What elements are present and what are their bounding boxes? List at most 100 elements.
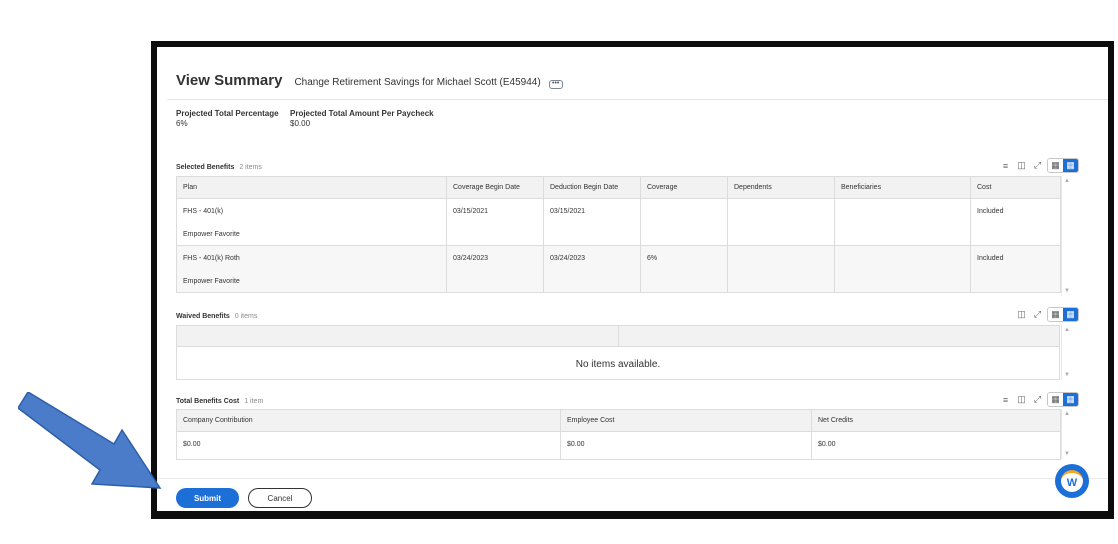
projected-total-percentage-value: 6%: [176, 119, 188, 128]
related-actions-button[interactable]: •••: [548, 79, 563, 89]
column-header-coverage-begin[interactable]: Coverage Begin Date: [446, 176, 544, 199]
screenshot-frame: View Summary Change Retirement Savings f…: [151, 41, 1114, 519]
coverage-cell: [640, 198, 728, 222]
submit-button[interactable]: Submit: [176, 488, 239, 508]
column-chooser-icon[interactable]: ◫: [1015, 394, 1028, 406]
selected-benefits-label: Selected Benefits: [176, 164, 235, 171]
view-toggle: ▦ ▦: [1047, 392, 1079, 407]
pointer-arrow-shape: [18, 392, 162, 489]
net-credits-cell: $0.00: [811, 431, 1061, 460]
scroll-down-icon[interactable]: ▼: [1064, 451, 1070, 457]
coverage-begin-cell: 03/15/2021: [446, 198, 544, 222]
plan-name[interactable]: FHS - 401(k): [183, 199, 440, 222]
total-benefits-cost-label: Total Benefits Cost: [176, 398, 240, 405]
column-chooser-icon[interactable]: ◫: [1015, 309, 1028, 321]
expand-icon[interactable]: ⤢: [1031, 394, 1044, 406]
waived-benefits-scrollbar[interactable]: ▲ ▼: [1061, 325, 1071, 380]
page: View Summary Change Retirement Savings f…: [0, 0, 1118, 544]
table-row: FHS - 401(k) Roth 03/24/2023 03/24/2023 …: [176, 245, 1061, 269]
workday-help-button[interactable]: W: [1055, 464, 1089, 498]
grid-view-icon[interactable]: ▦: [1063, 159, 1078, 172]
beneficiaries-value: [841, 199, 964, 222]
projected-total-amount: Projected Total Amount Per Paycheck $0.0…: [290, 109, 434, 128]
table-view-icon[interactable]: ▦: [1048, 159, 1063, 172]
column-header-company-contribution[interactable]: Company Contribution: [176, 409, 561, 432]
scroll-down-icon[interactable]: ▼: [1064, 288, 1070, 294]
coverage-value: [647, 199, 721, 222]
column-header-beneficiaries[interactable]: Beneficiaries: [834, 176, 971, 199]
dependents-cell: [727, 198, 835, 222]
scroll-up-icon[interactable]: ▲: [1064, 411, 1070, 417]
projected-total-amount-label: Projected Total Amount Per Paycheck: [290, 109, 434, 118]
dependents-value: [734, 246, 828, 269]
beneficiaries-cell: [834, 198, 971, 222]
selected-benefits-title: Selected Benefits 2 items: [176, 164, 262, 171]
expand-icon[interactable]: ⤢: [1031, 309, 1044, 321]
coverage-begin-value: 03/24/2023: [453, 255, 489, 262]
deduction-begin-value: 03/15/2021: [550, 208, 586, 215]
filter-icon[interactable]: ≡: [999, 394, 1012, 406]
beneficiaries-cell: [834, 245, 971, 269]
deduction-begin-value: 03/24/2023: [550, 255, 586, 262]
grid-view-icon[interactable]: ▦: [1063, 308, 1078, 321]
table-view-icon[interactable]: ▦: [1048, 393, 1063, 406]
provider-name[interactable]: Empower Favorite: [183, 222, 440, 245]
scroll-down-icon[interactable]: ▼: [1064, 372, 1070, 378]
column-chooser-icon[interactable]: ◫: [1015, 160, 1028, 172]
page-title: View Summary: [176, 72, 283, 89]
waived-benefits-label: Waived Benefits: [176, 313, 230, 320]
scroll-up-icon[interactable]: ▲: [1064, 178, 1070, 184]
grid-view-icon[interactable]: ▦: [1063, 393, 1078, 406]
dependents-cell: [727, 245, 835, 269]
workday-help-icon: W: [1061, 470, 1083, 492]
waived-benefits-title: Waived Benefits 0 items: [176, 313, 257, 320]
view-toggle: ▦ ▦: [1047, 158, 1079, 173]
cancel-button[interactable]: Cancel: [248, 488, 312, 508]
deduction-begin-cell: 03/15/2021: [543, 198, 641, 222]
total-benefits-cost-count: 1 item: [244, 398, 264, 405]
plan-name[interactable]: FHS - 401(k) Roth: [183, 246, 440, 269]
waived-benefits-header-row: [176, 325, 1060, 347]
selected-benefits-scrollbar[interactable]: ▲ ▼: [1061, 176, 1071, 296]
total-benefits-cost-title: Total Benefits Cost 1 item: [176, 398, 263, 405]
cost-value: Included: [977, 255, 1004, 262]
column-divider: [618, 326, 619, 346]
employee-cost-cell: $0.00: [560, 431, 812, 460]
cost-cell: Included: [970, 245, 1061, 269]
pointer-arrow: [18, 392, 162, 489]
column-header-employee-cost[interactable]: Employee Cost: [560, 409, 812, 432]
page-subtitle: Change Retirement Savings for Michael Sc…: [294, 77, 541, 88]
expand-icon[interactable]: ⤢: [1031, 160, 1044, 172]
selected-benefits-toolbar: ≡ ◫ ⤢ ▦ ▦: [999, 158, 1079, 173]
summary-panel: View Summary Change Retirement Savings f…: [157, 47, 1108, 511]
footer-divider: [157, 478, 1108, 479]
column-header-coverage[interactable]: Coverage: [640, 176, 728, 199]
table-view-icon[interactable]: ▦: [1048, 308, 1063, 321]
column-header-dependents[interactable]: Dependents: [727, 176, 835, 199]
provider-name[interactable]: Empower Favorite: [183, 269, 440, 292]
selected-benefits-table: Plan Coverage Begin Date Deduction Begin…: [176, 176, 1061, 293]
total-benefits-cost-scrollbar[interactable]: ▲ ▼: [1061, 409, 1071, 459]
column-header-cost[interactable]: Cost: [970, 176, 1061, 199]
table-header-row: Company Contribution Employee Cost Net C…: [176, 409, 1061, 432]
provider-cell: Empower Favorite: [176, 269, 447, 293]
empty-message: No items available.: [575, 359, 661, 370]
table-row: $0.00 $0.00 $0.00: [176, 431, 1061, 460]
provider-cell: Empower Favorite: [176, 222, 447, 246]
filter-icon[interactable]: ≡: [999, 160, 1012, 172]
projected-total-amount-value: $0.00: [290, 119, 311, 128]
coverage-cell: 6%: [640, 245, 728, 269]
column-header-net-credits[interactable]: Net Credits: [811, 409, 1061, 432]
beneficiaries-value: [841, 246, 964, 269]
table-row: FHS - 401(k) 03/15/2021 03/15/2021 Inclu…: [176, 198, 1061, 222]
plan-cell: FHS - 401(k) Roth: [176, 245, 447, 269]
column-header-deduction-begin[interactable]: Deduction Begin Date: [543, 176, 641, 199]
coverage-value: 6%: [647, 255, 658, 262]
projected-total-percentage-label: Projected Total Percentage: [176, 109, 279, 118]
scroll-up-icon[interactable]: ▲: [1064, 327, 1070, 333]
coverage-begin-cell: 03/24/2023: [446, 245, 544, 269]
waived-benefits-count: 0 items: [234, 313, 258, 320]
selected-benefits-count: 2 items: [239, 164, 262, 171]
company-contribution-cell: $0.00: [176, 431, 561, 460]
column-header-plan[interactable]: Plan: [176, 176, 447, 199]
